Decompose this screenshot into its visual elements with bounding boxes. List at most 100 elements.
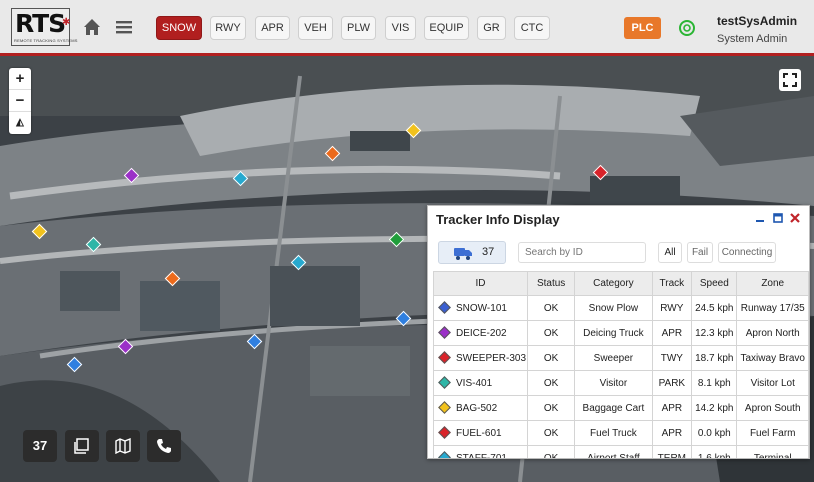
vehicle-speed: 0.0 kph bbox=[691, 420, 738, 446]
vehicle-track: PARK bbox=[651, 370, 693, 396]
column-header-zone[interactable]: Zone bbox=[736, 271, 809, 296]
zoom-control: + − ◭ bbox=[9, 68, 31, 134]
nav-snow-button[interactable]: SNOW bbox=[156, 16, 202, 40]
vehicle-zone: Apron South bbox=[736, 395, 809, 421]
nav-ctc-button[interactable]: CTC bbox=[514, 16, 550, 40]
vehicle-marker-icon bbox=[438, 326, 451, 340]
nav-plw-button[interactable]: PLW bbox=[341, 16, 376, 40]
vehicle-marker-icon bbox=[438, 301, 451, 315]
vehicle-marker-icon bbox=[438, 401, 451, 415]
close-icon[interactable] bbox=[789, 211, 801, 223]
vehicle-zone: Visitor Lot bbox=[736, 370, 809, 396]
logo-star-icon: ✱ bbox=[62, 17, 71, 28]
vehicle-id: FUEL-601 bbox=[456, 427, 502, 439]
vehicle-marker-icon bbox=[438, 426, 451, 440]
table-row[interactable]: FUEL-601 OK Fuel Truck APR 0.0 kph Fuel … bbox=[432, 420, 809, 446]
vehicle-track: TERM bbox=[651, 445, 693, 458]
search-input[interactable] bbox=[518, 242, 646, 263]
phone-icon[interactable] bbox=[147, 430, 181, 462]
nav-gr-button[interactable]: GR bbox=[477, 16, 506, 40]
column-header-track[interactable]: Track bbox=[651, 271, 693, 296]
vehicle-status: OK bbox=[527, 345, 576, 371]
vehicle-category: Snow Plow bbox=[574, 295, 653, 321]
fullscreen-icon[interactable] bbox=[779, 69, 801, 91]
table-header-row: ID Status Category Track Speed Zone bbox=[432, 271, 809, 296]
table-row[interactable]: SNOW-101 OK Snow Plow RWY 24.5 kph Runwa… bbox=[432, 295, 809, 321]
user-role: System Admin bbox=[717, 33, 788, 45]
tracker-table: ID Status Category Track Speed Zone SNOW… bbox=[432, 271, 809, 458]
zoom-in-button[interactable]: + bbox=[9, 68, 31, 90]
vehicle-marker-icon bbox=[438, 451, 451, 458]
layers-icon[interactable] bbox=[65, 430, 99, 462]
minimize-icon[interactable] bbox=[754, 211, 766, 223]
vehicle-track: APR bbox=[651, 420, 693, 446]
vehicle-status: OK bbox=[527, 370, 576, 396]
column-header-speed[interactable]: Speed bbox=[691, 271, 738, 296]
nav-rwy-button[interactable]: RWY bbox=[210, 16, 246, 40]
vehicle-category: Fuel Truck bbox=[574, 420, 653, 446]
vehicle-status: OK bbox=[527, 395, 576, 421]
vehicle-zone: Runway 17/35 bbox=[736, 295, 809, 321]
vehicle-speed: 8.1 kph bbox=[691, 370, 738, 396]
vehicle-id: BAG-502 bbox=[456, 402, 498, 414]
nav-veh-button[interactable]: VEH bbox=[298, 16, 333, 40]
vehicle-track: RWY bbox=[651, 295, 693, 321]
rts-logo[interactable]: RTS ✱ REMOTE TRACKING SYSTEMS bbox=[11, 8, 77, 46]
truck-icon bbox=[454, 248, 472, 260]
filter-all-button[interactable]: All bbox=[658, 242, 682, 263]
menu-icon[interactable] bbox=[113, 16, 135, 38]
tracker-info-panel: Tracker Info Display 37 All Fail Connect… bbox=[427, 205, 810, 459]
user-name[interactable]: testSysAdmin bbox=[717, 14, 797, 28]
filter-fail-button[interactable]: Fail bbox=[687, 242, 713, 263]
vehicle-marker-icon bbox=[438, 376, 451, 390]
vehicle-speed: 12.3 kph bbox=[691, 320, 738, 346]
table-row[interactable]: BAG-502 OK Baggage Cart APR 14.2 kph Apr… bbox=[432, 395, 809, 421]
vehicle-status: OK bbox=[527, 295, 576, 321]
filter-connecting-button[interactable]: Connecting bbox=[718, 242, 776, 263]
vehicle-category: Visitor bbox=[574, 370, 653, 396]
nav-apr-button[interactable]: APR bbox=[255, 16, 290, 40]
vehicle-category: Baggage Cart bbox=[574, 395, 653, 421]
map-icon[interactable] bbox=[106, 430, 140, 462]
restore-icon[interactable] bbox=[772, 211, 784, 223]
home-icon[interactable] bbox=[81, 16, 103, 38]
zoom-out-button[interactable]: − bbox=[9, 90, 31, 112]
vehicle-marker-icon bbox=[438, 351, 451, 365]
vehicle-zone: Terminal bbox=[736, 445, 809, 458]
nav-equip-button[interactable]: EQUIP bbox=[424, 16, 469, 40]
vehicle-zone: Fuel Farm bbox=[736, 420, 809, 446]
column-header-id[interactable]: ID bbox=[432, 271, 529, 296]
vehicle-id: SWEEPER-303 bbox=[456, 352, 527, 364]
vehicle-count-button[interactable]: 37 bbox=[23, 430, 57, 462]
vehicle-id: VIS-401 bbox=[456, 377, 493, 389]
nav-vis-button[interactable]: VIS bbox=[385, 16, 416, 40]
vehicle-speed: 18.7 kph bbox=[691, 345, 738, 371]
panel-title: Tracker Info Display bbox=[436, 212, 560, 227]
plc-button[interactable]: PLC bbox=[624, 17, 661, 39]
vehicle-speed: 14.2 kph bbox=[691, 395, 738, 421]
vehicle-speed: 1.6 kph bbox=[691, 445, 738, 458]
vehicle-category: Deicing Truck bbox=[574, 320, 653, 346]
table-row[interactable]: STAFF-701 OK Airport Staff TERM 1.6 kph … bbox=[432, 445, 809, 458]
logo-text: RTS bbox=[15, 9, 66, 38]
vehicle-speed: 24.5 kph bbox=[691, 295, 738, 321]
connection-status-icon bbox=[678, 19, 696, 37]
vehicle-zone: Taxiway Bravo bbox=[736, 345, 809, 371]
vehicle-id: SNOW-101 bbox=[456, 302, 507, 314]
table-row[interactable]: DEICE-202 OK Deicing Truck APR 12.3 kph … bbox=[432, 320, 809, 346]
vehicle-status: OK bbox=[527, 420, 576, 446]
vehicle-count-chip[interactable]: 37 bbox=[438, 241, 506, 264]
vehicle-track: APR bbox=[651, 320, 693, 346]
logo-subtitle: REMOTE TRACKING SYSTEMS bbox=[14, 38, 78, 43]
vehicle-category: Sweeper bbox=[574, 345, 653, 371]
vehicle-track: TWY bbox=[651, 345, 693, 371]
reset-bearing-icon[interactable]: ◭ bbox=[9, 112, 31, 134]
top-navbar: RTS ✱ REMOTE TRACKING SYSTEMS SNOW RWY A… bbox=[0, 0, 814, 56]
column-header-status[interactable]: Status bbox=[527, 271, 576, 296]
column-header-category[interactable]: Category bbox=[574, 271, 653, 296]
vehicle-status: OK bbox=[527, 445, 576, 458]
table-row[interactable]: VIS-401 OK Visitor PARK 8.1 kph Visitor … bbox=[432, 370, 809, 396]
vehicle-track: APR bbox=[651, 395, 693, 421]
vehicle-zone: Apron North bbox=[736, 320, 809, 346]
table-row[interactable]: SWEEPER-303 OK Sweeper TWY 18.7 kph Taxi… bbox=[432, 345, 809, 371]
